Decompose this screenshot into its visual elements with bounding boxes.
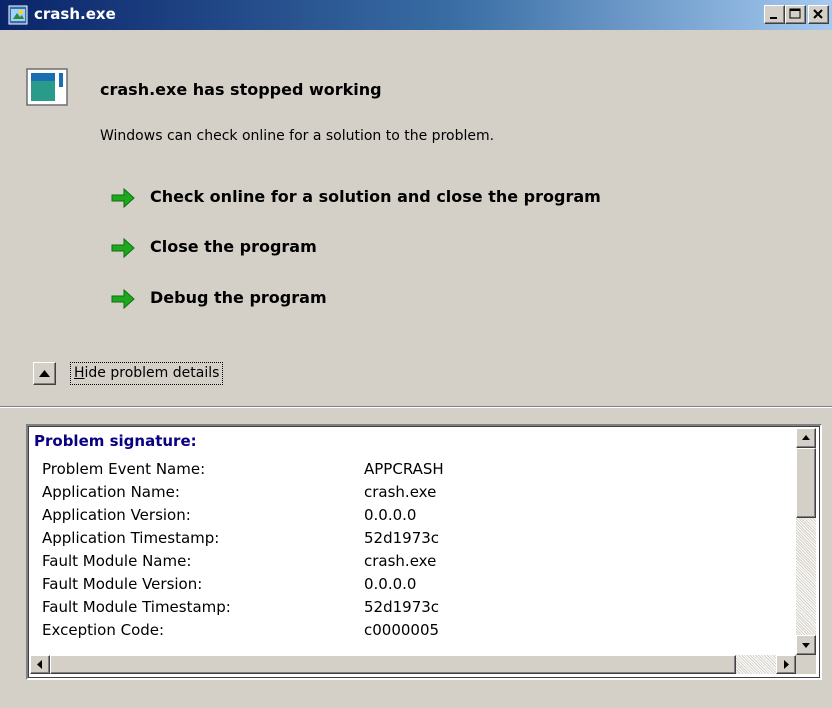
divider [0,406,832,408]
close-program-command-link[interactable]: Close the program [110,233,710,263]
detail-value: crash.exe [364,483,437,501]
horizontal-scroll-thumb[interactable] [50,655,736,674]
detail-key: Exception Code: [42,621,165,639]
horizontal-scrollbar[interactable] [30,655,796,674]
detail-key: Application Timestamp: [42,529,220,547]
detail-value: APPCRASH [364,460,444,478]
scrollbar-corner [796,655,816,674]
debug-program-label: Debug the program [150,288,327,307]
window-title: crash.exe [34,5,116,23]
detail-key: Fault Module Name: [42,552,192,570]
scroll-down-button[interactable] [796,635,816,655]
detail-value: c0000005 [364,621,440,639]
detail-key: Fault Module Timestamp: [42,598,231,616]
detail-key: Fault Module Version: [42,575,203,593]
problem-details-box[interactable]: Problem signature: Problem Event Name: AP… [26,424,822,680]
dialog-subtext: Windows can check online for a solution … [100,128,495,144]
crash-dialog-window: crash.exe crash.exe has stopped working … [0,0,832,708]
detail-value: 52d1973c [364,529,440,547]
close-button[interactable] [808,5,829,24]
check-online-command-link[interactable]: Check online for a solution and close th… [110,183,710,213]
scroll-right-button[interactable] [776,655,796,674]
hide-details-toggle-button[interactable] [33,362,56,385]
app-window-icon [8,5,28,25]
dialog-heading: crash.exe has stopped working [100,80,382,99]
problem-signature-header: Problem signature: [34,432,197,450]
minimize-button[interactable] [764,5,785,24]
scroll-left-button[interactable] [30,655,50,674]
hide-problem-details-link[interactable]: Hide problem details [70,362,224,385]
detail-value: 52d1973c [364,598,440,616]
scroll-up-button[interactable] [796,428,816,448]
detail-key: Application Version: [42,506,191,524]
detail-value: crash.exe [364,552,437,570]
accelerator-key: H [74,365,85,381]
green-arrow-icon [110,187,136,209]
debug-program-command-link[interactable]: Debug the program [110,284,710,314]
vertical-scrollbar[interactable] [796,428,816,655]
green-arrow-icon [110,237,136,259]
check-online-label: Check online for a solution and close th… [150,187,601,206]
detail-value: 0.0.0.0 [364,575,417,593]
detail-key: Problem Event Name: [42,460,206,478]
title-bar[interactable]: crash.exe [0,0,832,30]
application-icon [26,68,68,106]
close-program-label: Close the program [150,237,317,256]
problem-details-content: Problem signature: Problem Event Name: AP… [32,430,792,654]
maximize-button[interactable] [785,5,806,24]
vertical-scroll-thumb[interactable] [796,448,816,518]
toggle-label-text: ide problem details [84,365,220,381]
detail-key: Application Name: [42,483,180,501]
detail-value: 0.0.0.0 [364,506,417,524]
green-arrow-icon [110,288,136,310]
